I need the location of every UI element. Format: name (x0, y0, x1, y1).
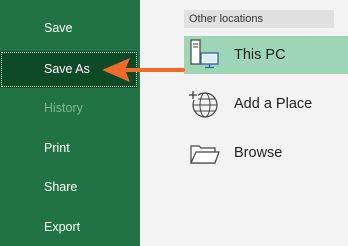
location-label: Browse (234, 145, 283, 161)
location-label: This PC (234, 47, 286, 63)
location-label: Add a Place (234, 96, 313, 112)
nav-export[interactable]: Export (0, 209, 138, 246)
save-as-panel: Other locations This PC Add a Place Brow… (140, 0, 348, 246)
nav-save-as[interactable]: Save As (0, 51, 138, 88)
section-header-other-locations: Other locations (184, 10, 334, 28)
nav-print[interactable]: Print (0, 130, 138, 167)
location-this-pc[interactable]: This PC (184, 36, 348, 74)
nav-share[interactable]: Share (0, 169, 138, 206)
computer-icon (188, 39, 220, 71)
location-browse[interactable]: Browse (184, 134, 348, 172)
nav-history[interactable]: History (0, 90, 138, 127)
globe-add-icon (188, 88, 220, 120)
folder-icon (188, 137, 220, 169)
backstage-sidebar: Save Save As History Print Share Export (0, 0, 140, 246)
location-add-a-place[interactable]: Add a Place (184, 85, 348, 123)
nav-save[interactable]: Save (0, 10, 138, 47)
